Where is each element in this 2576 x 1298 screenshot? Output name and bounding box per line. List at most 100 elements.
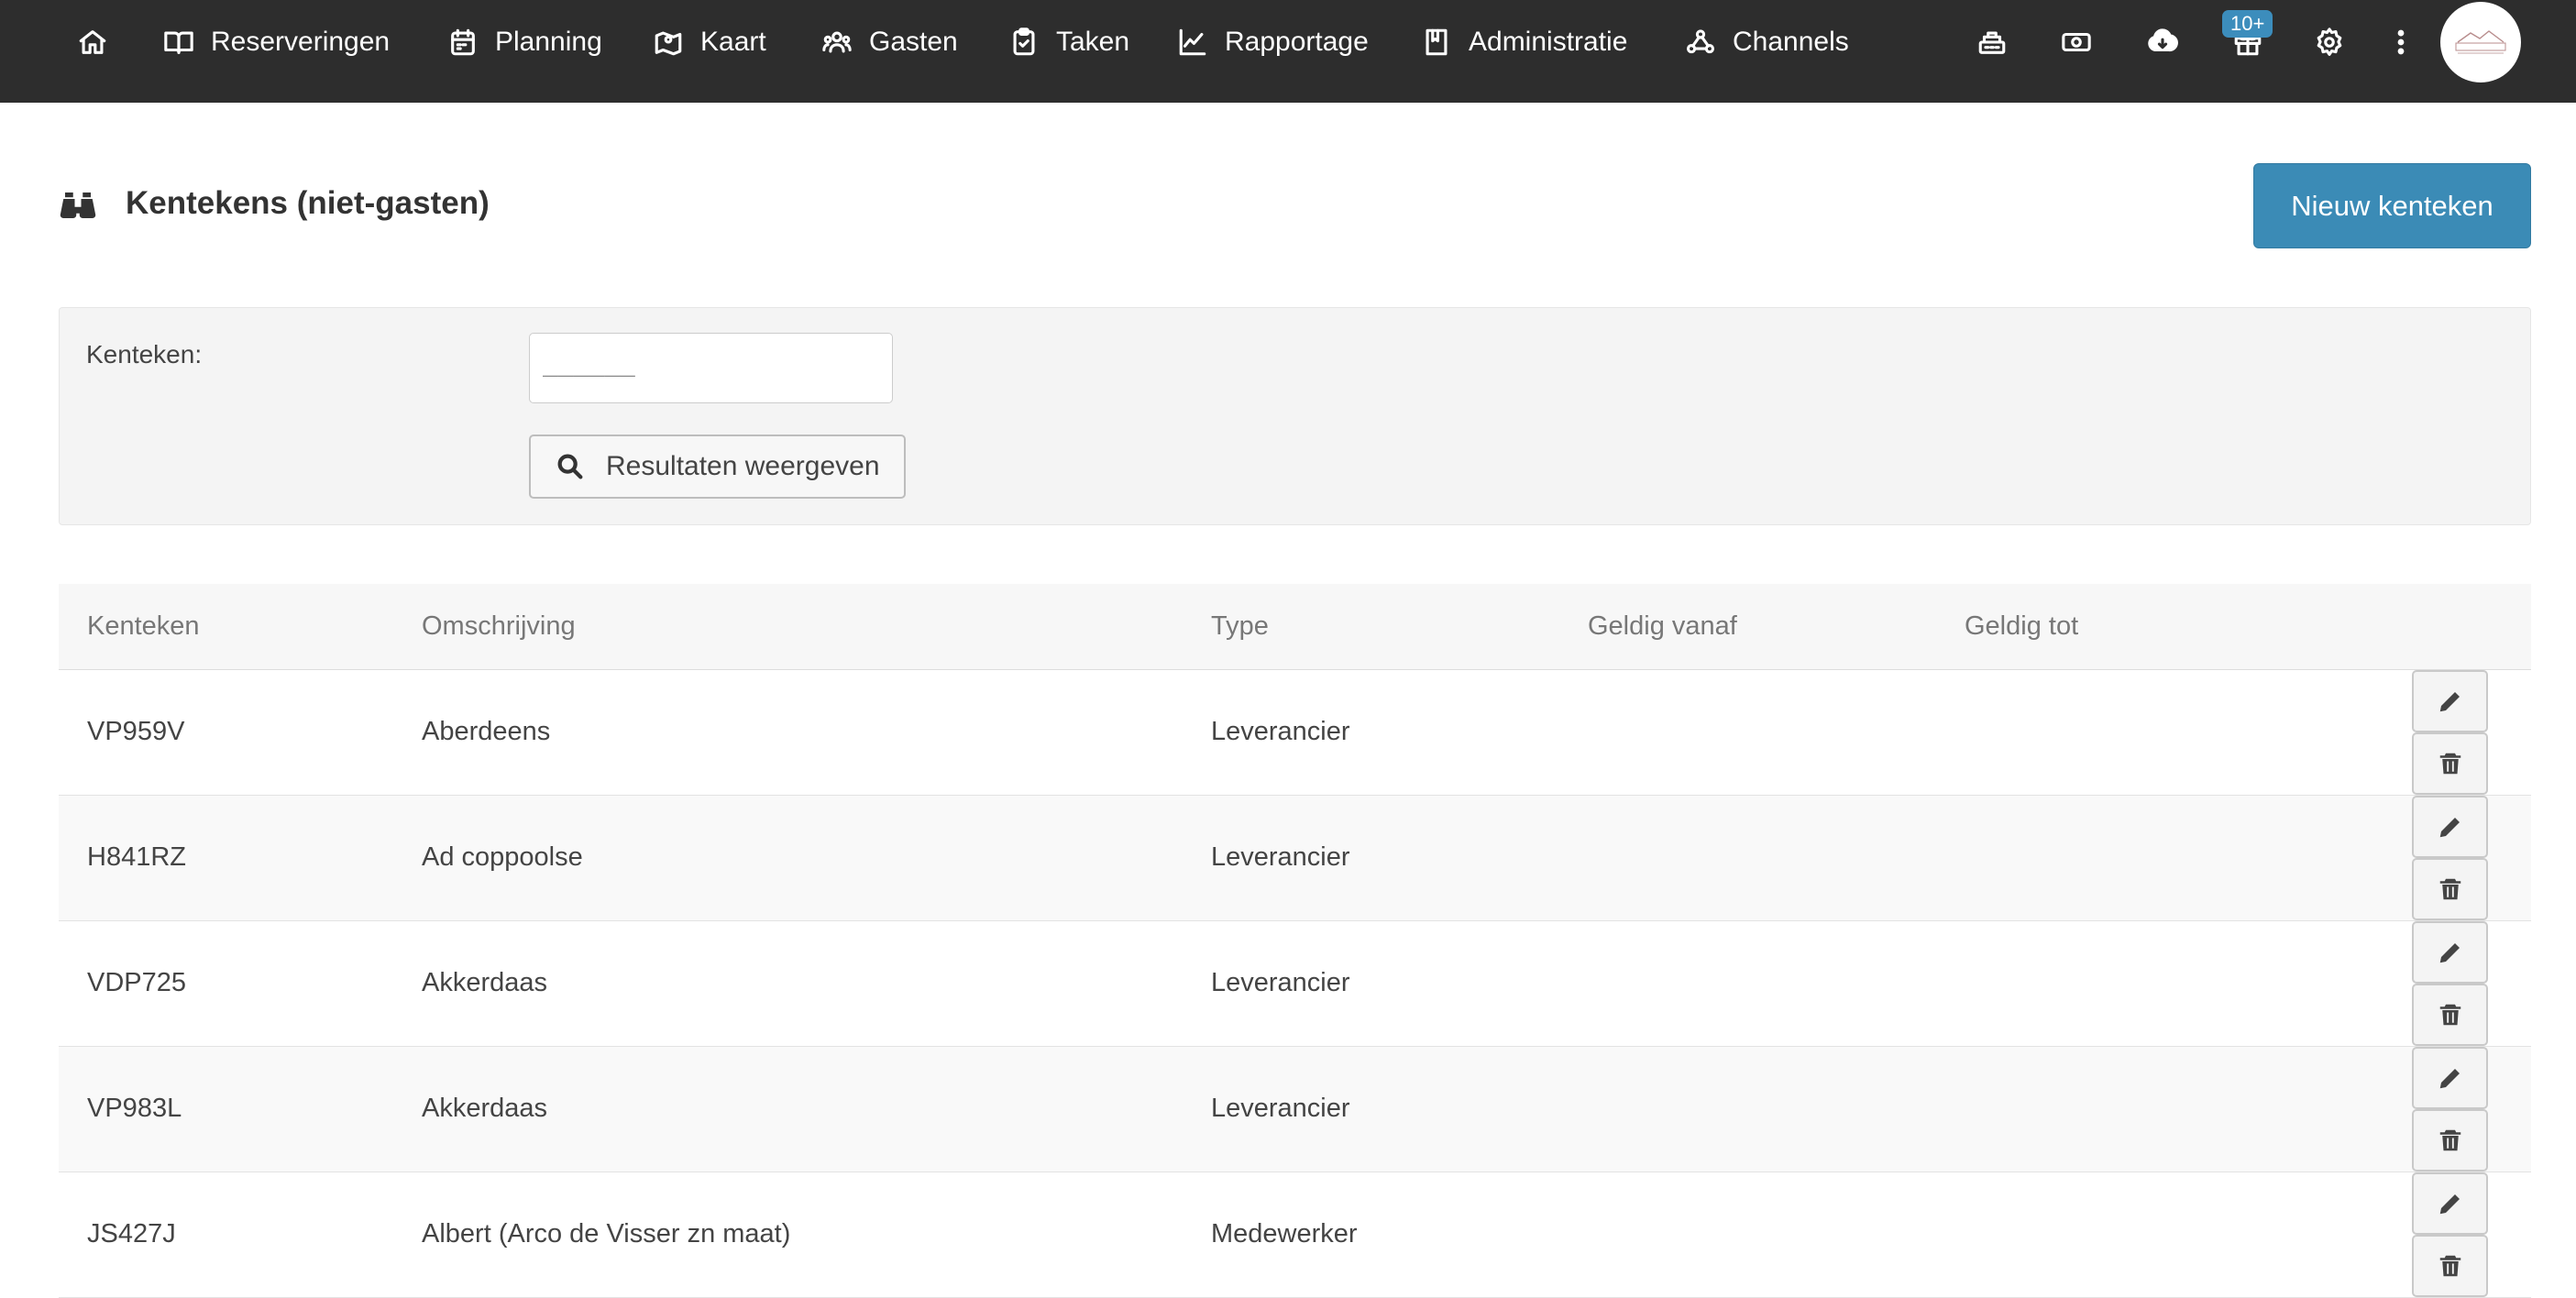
cell-omschrijving: Akkerdaas [393,920,1183,1047]
cell-actions [2294,1172,2531,1298]
cell-geldig-vanaf [1559,669,1936,796]
cell-kenteken: H841RZ [59,795,393,921]
cell-geldig-vanaf [1559,1172,1936,1298]
pencil-icon [2439,942,2460,962]
cell-type: Leverancier [1183,795,1559,921]
cell-actions [2294,1046,2531,1172]
cell-actions [2294,669,2531,796]
column-header-kenteken[interactable]: Kenteken [59,584,393,670]
nav-reserveringen[interactable]: Reserveringen [163,0,390,84]
calendar-icon [451,28,475,56]
edit-button[interactable] [2412,920,2488,984]
cell-omschrijving: Albert (Arco de Visser zn maat) [393,1172,1183,1298]
book-open-icon [164,31,193,54]
cell-type: Leverancier [1183,669,1559,796]
table-row: VP983L Akkerdaas Leverancier [59,1046,2531,1172]
trash-icon [2439,1255,2460,1276]
home-icon [79,30,106,54]
nav-gasten[interactable]: Gasten [821,0,958,84]
cell-kenteken: VDP725 [59,920,393,1047]
cell-type: Leverancier [1183,920,1559,1047]
settings-button[interactable] [2306,19,2352,65]
nav-label: Planning [495,27,602,57]
cell-omschrijving: Aberdeens [393,669,1183,796]
column-header-omschrijving[interactable]: Omschrijving [393,584,1183,670]
nav-label: Administratie [1469,27,1628,57]
nav-label: Kaart [700,27,766,57]
pencil-icon [2439,817,2460,837]
show-results-button[interactable]: Resultaten weergeven [529,434,906,499]
more-vertical-icon [2397,29,2405,55]
page-title: Kentekens (niet-gasten) [126,185,490,221]
table-row: JS427J Albert (Arco de Visser zn maat) M… [59,1172,2531,1298]
cash-register-button[interactable] [1969,19,2015,65]
cloud-download-button[interactable] [2140,19,2185,65]
cell-type: Medewerker [1183,1172,1559,1298]
license-plates-table: Kenteken Omschrijving Type Geldig vanaf … [59,584,2531,1298]
more-menu-button[interactable] [2378,19,2424,65]
pencil-icon [2439,1194,2460,1214]
column-header-type[interactable]: Type [1183,584,1559,670]
license-plate-input[interactable] [529,333,893,403]
edit-button[interactable] [2412,669,2488,732]
column-header-geldig-tot[interactable]: Geldig tot [1936,584,2294,670]
filter-panel: Kenteken: Resultaten weergeven [59,307,2531,525]
binoculars-icon [60,192,96,218]
trash-icon [2439,1129,2460,1150]
cell-actions [2294,920,2531,1047]
table-row: VP959V Aberdeens Leverancier [59,669,2531,796]
nav-label: Reserveringen [211,27,391,57]
cell-geldig-tot [1936,920,2294,1047]
cell-actions [2294,795,2531,921]
ledger-book-icon [1426,28,1448,56]
nav-label: Rapportage [1225,27,1369,57]
user-avatar[interactable] [2440,2,2521,82]
company-logo-avatar [2455,30,2506,54]
cell-geldig-tot [1936,669,2294,796]
money-icon [2062,32,2091,52]
nav-taken[interactable]: Taken [1008,0,1129,84]
table-row: H841RZ Ad coppoolse Leverancier [59,795,2531,921]
cell-kenteken: VP983L [59,1046,393,1172]
table-header-row: Kenteken Omschrijving Type Geldig vanaf … [59,584,2531,670]
search-icon [557,454,583,479]
cell-geldig-tot [1936,1046,2294,1172]
table-row: VDP725 Akkerdaas Leverancier [59,920,2531,1047]
cell-omschrijving: Ad coppoolse [393,795,1183,921]
delete-button[interactable] [2412,1234,2488,1297]
cloud-download-icon [2148,28,2178,52]
license-plate-filter-label: Kenteken: [86,340,203,368]
edit-button[interactable] [2412,1046,2488,1109]
column-header-actions [2294,584,2531,670]
cell-omschrijving: Akkerdaas [393,1046,1183,1172]
cell-geldig-vanaf [1559,795,1936,921]
nav-planning[interactable]: Planning [447,0,602,84]
delete-button[interactable] [2412,1108,2488,1172]
nav-home[interactable] [77,0,108,84]
pencil-icon [2439,1068,2460,1088]
delete-button[interactable] [2412,983,2488,1046]
top-navigation-bar: Reserveringen Planning Kaart Gasten Take… [0,0,2576,103]
cell-type: Leverancier [1183,1046,1559,1172]
delete-button[interactable] [2412,732,2488,795]
cell-kenteken: VP959V [59,669,393,796]
column-header-geldig-vanaf[interactable]: Geldig vanaf [1559,584,1936,670]
nav-label: Gasten [869,27,958,57]
pencil-icon [2439,691,2460,711]
nav-label: Channels [1733,27,1849,57]
edit-button[interactable] [2412,1172,2488,1235]
nav-channels[interactable]: Channels [1685,0,1849,84]
line-chart-icon [1179,28,1206,56]
nav-administratie[interactable]: Administratie [1421,0,1627,84]
nav-rapportage[interactable]: Rapportage [1177,0,1369,84]
nav-kaart[interactable]: Kaart [653,0,766,84]
edit-button[interactable] [2412,795,2488,858]
cell-geldig-tot [1936,795,2294,921]
show-results-label: Resultaten weergeven [606,451,880,481]
cell-geldig-tot [1936,1172,2294,1298]
cell-kenteken: JS427J [59,1172,393,1298]
webhook-icon [1686,29,1715,54]
new-license-plate-button[interactable]: Nieuw kenteken [2253,163,2531,248]
money-button[interactable] [2053,19,2099,65]
delete-button[interactable] [2412,857,2488,920]
